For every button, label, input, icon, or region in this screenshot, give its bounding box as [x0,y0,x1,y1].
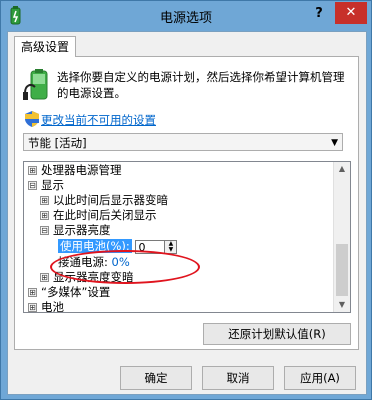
expand-icon[interactable]: ⊞ [28,166,37,175]
ok-button[interactable]: 确定 [120,366,192,390]
tree-item-label: 显示器亮度变暗 [53,270,134,284]
apply-button[interactable]: 应用(A) [284,366,356,390]
battery-brightness-input[interactable]: 0 [135,239,166,254]
advanced-settings-panel: 选择你要自定义的电源计划，然后选择你希望计算机管理的电源设置。 更改当前不可用的… [14,56,359,350]
scroll-down-icon[interactable]: ▼ [334,298,350,312]
intro-text: 选择你要自定义的电源计划，然后选择你希望计算机管理的电源设置。 [57,70,345,100]
collapse-icon[interactable]: ⊟ [40,226,49,235]
battery-brightness-row[interactable]: 使用电池(%): 0 ▲ ▼ [58,239,178,254]
collapse-icon[interactable]: ⊟ [28,181,37,190]
spin-down-icon[interactable]: ▼ [165,246,176,253]
tree-item-label: 使用电池(%): [58,239,132,253]
tree-item[interactable]: ⊟ 显示器亮度 [40,223,111,238]
tree-item-label: 电池 [41,300,64,313]
chevron-down-icon: ▼ [331,138,338,148]
expand-icon[interactable]: ⊞ [40,211,49,220]
tree-item-label: 处理器电源管理 [41,163,122,177]
close-button[interactable]: ✕ [335,2,367,24]
tree-item[interactable]: ⊞ 处理器电源管理 [28,163,122,178]
restore-defaults-button[interactable]: 还原计划默认值(R) [203,323,351,345]
tree-item[interactable]: ⊞ 电池 [28,300,64,313]
power-options-window: 电源选项 ? ✕ 高级设置 选择你要自定义的电源计划，然后选择你希望计算机管理的… [0,0,372,400]
tree-item[interactable]: ⊞ 在此时间后关闭显示 [40,208,157,223]
title-bar[interactable]: 电源选项 ? ✕ [1,1,371,31]
expand-icon[interactable]: ⊞ [28,288,37,297]
help-button[interactable]: ? [307,4,331,24]
battery-icon [23,69,48,100]
plugged-in-row[interactable]: 接通电源: 0% [58,255,130,270]
plugged-in-value[interactable]: 0% [112,255,130,269]
power-plan-value: 节能 [活动] [28,136,87,150]
dialog-client: 高级设置 选择你要自定义的电源计划，然后选择你希望计算机管理的电源设置。 更改当… [7,31,367,395]
tree-item[interactable]: ⊞ 以此时间后显示器变暗 [40,193,168,208]
tree-item-label: “多媒体”设置 [41,285,111,299]
tree-item-label: 在此时间后关闭显示 [53,208,157,222]
tree-item-label: 接通电源: [58,255,108,269]
shield-icon [25,111,39,127]
scroll-up-icon[interactable]: ▲ [334,162,350,176]
tree-item[interactable]: ⊞ “多媒体”设置 [28,285,110,300]
settings-tree[interactable]: ⊞ 处理器电源管理 ⊟ 显示 ⊞ 以此时间后显示器变暗 ⊞ 在此时间后关闭显示 ⊟ 显示器… [23,161,351,313]
tree-item-label: 显示 [41,178,64,192]
cancel-button[interactable]: 取消 [202,366,274,390]
tree-item-label: 显示器亮度 [53,223,111,237]
expand-icon[interactable]: ⊞ [40,196,49,205]
tree-item[interactable]: ⊟ 显示 [28,178,64,193]
tab-advanced-settings[interactable]: 高级设置 [14,36,77,57]
expand-icon[interactable]: ⊞ [28,303,37,312]
change-unavailable-settings-link[interactable]: 更改当前不可用的设置 [41,112,156,128]
tree-scrollbar[interactable]: ▲ ▼ [333,162,350,312]
brightness-spinner[interactable]: ▲ ▼ [165,239,178,254]
power-plan-select[interactable]: 节能 [活动] ▼ [23,133,343,151]
expand-icon[interactable]: ⊞ [40,273,49,282]
tree-item[interactable]: ⊞ 显示器亮度变暗 [40,270,134,285]
scroll-thumb[interactable] [336,244,348,296]
tree-item-label: 以此时间后显示器变暗 [53,193,168,207]
